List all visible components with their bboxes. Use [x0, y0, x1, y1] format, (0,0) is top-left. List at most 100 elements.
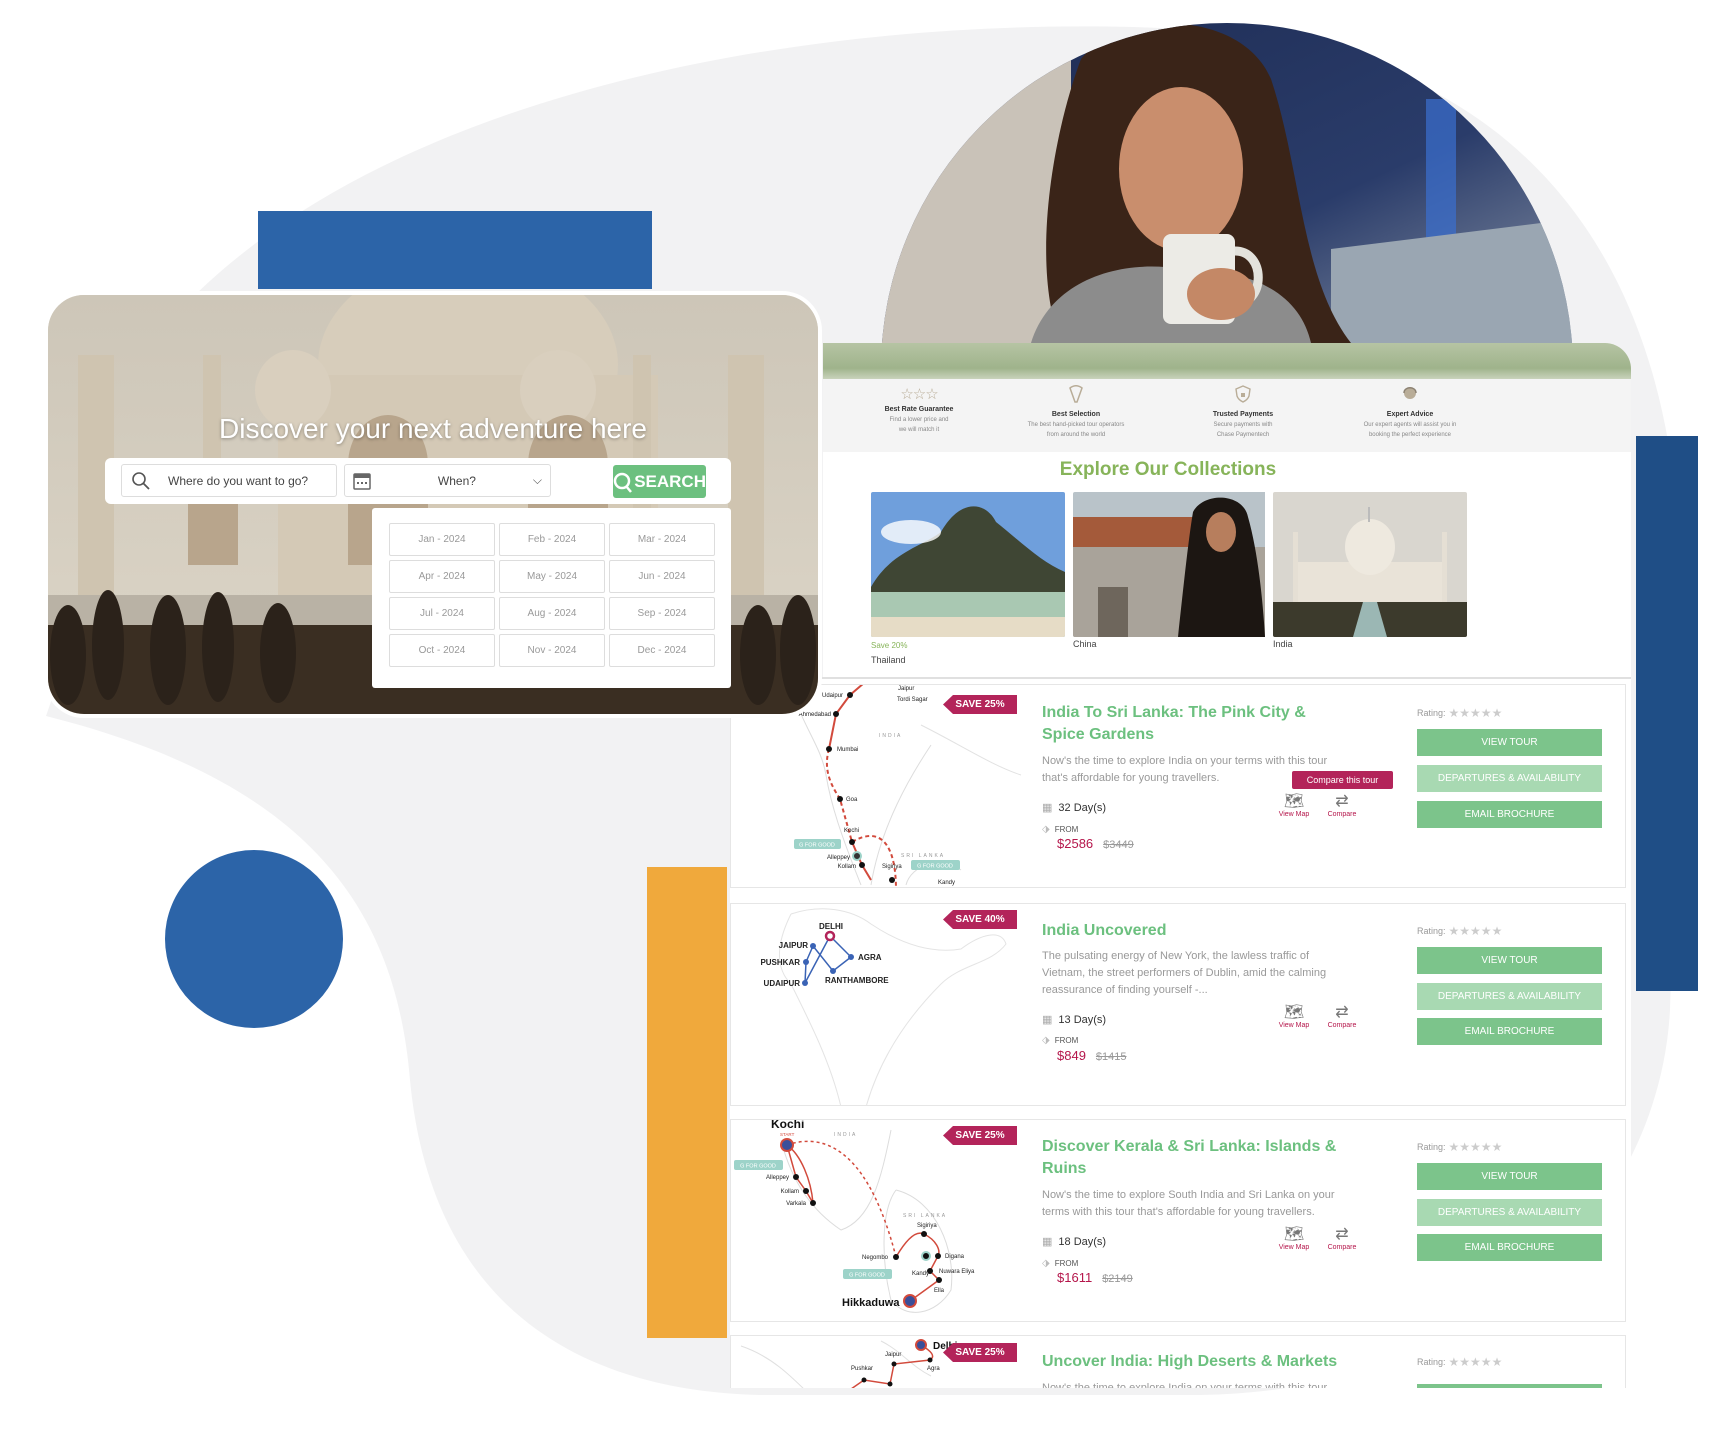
- month-option[interactable]: Dec - 2024: [609, 634, 715, 667]
- compare-button[interactable]: ⇄ Compare: [1322, 1224, 1362, 1251]
- map-label: Digana: [945, 1254, 965, 1260]
- view-tour-button[interactable]: VIEW TOUR: [1417, 729, 1602, 756]
- shield-lock-icon: [1235, 385, 1251, 403]
- tour-description: Now's the time to explore India on your …: [1042, 1382, 1328, 1388]
- departures-button[interactable]: DEPARTURES & AVAILABILITY: [1417, 983, 1602, 1010]
- compare-button[interactable]: ⇄ Compare: [1322, 1002, 1362, 1029]
- calendar-icon: ▦: [1042, 802, 1053, 814]
- collection-india-image[interactable]: [1273, 492, 1467, 637]
- search-icon: [132, 471, 150, 490]
- month-option[interactable]: Sep - 2024: [609, 597, 715, 630]
- collection-china-image[interactable]: [1073, 492, 1267, 637]
- map-label: Ella: [934, 1288, 945, 1294]
- website-preview: ☆☆☆ Best Rate Guarantee Find a lower pri…: [823, 343, 1631, 678]
- map-label: Alleppey: [766, 1175, 789, 1181]
- calendar-icon: ▦: [1042, 1014, 1053, 1026]
- collection-thailand-image[interactable]: [871, 492, 1065, 637]
- original-price: $2149: [1102, 1273, 1133, 1285]
- feature-best-selection: Best Selection The best hand-picked tour…: [1006, 385, 1146, 440]
- map-label: Hikkaduwa: [842, 1297, 900, 1309]
- view-map-button[interactable]: 🗺︎ View Map: [1274, 791, 1314, 818]
- feature-best-rate: ☆☆☆ Best Rate Guarantee Find a lower pri…: [849, 385, 989, 435]
- map-label: UDAIPUR: [764, 979, 801, 988]
- destination-input[interactable]: Where do you want to go?: [121, 464, 337, 497]
- tour-card: DELHI JAIPUR PUSHKAR UDAIPUR AGRA RANTHA…: [730, 903, 1626, 1106]
- collection-china-label[interactable]: China: [1073, 639, 1097, 649]
- view-tour-button[interactable]: VIEW TOUR: [1417, 947, 1602, 974]
- tour-title[interactable]: India To Sri Lanka: The Pink City & Spic…: [1042, 702, 1352, 746]
- tour-title[interactable]: Uncover India: High Deserts & Markets: [1042, 1351, 1382, 1373]
- original-price: $1415: [1095, 1051, 1127, 1063]
- view-map-button[interactable]: 🗺︎ View Map: [1274, 1002, 1314, 1029]
- search-hero-card: Discover your next adventure here Where …: [44, 291, 822, 718]
- map-label: Varkala: [786, 1201, 807, 1207]
- email-brochure-button[interactable]: EMAIL BROCHURE: [1417, 1234, 1602, 1261]
- map-label: DELHI: [819, 922, 843, 931]
- map-label: START: [780, 1132, 795, 1137]
- departures-button[interactable]: DEPARTURES & AVAILABILITY: [1417, 1199, 1602, 1226]
- map-label: Kochi: [771, 1120, 804, 1131]
- map-label: AGRA: [858, 953, 882, 962]
- month-option[interactable]: Nov - 2024: [499, 634, 605, 667]
- compare-icon: ⇄: [1335, 1226, 1349, 1243]
- features-band: ☆☆☆ Best Rate Guarantee Find a lower pri…: [823, 379, 1631, 452]
- view-tour-button[interactable]: VIEW TOUR: [1417, 1163, 1602, 1190]
- month-option[interactable]: Jun - 2024: [609, 560, 715, 593]
- tour-route-map[interactable]: Kochi START Hikkaduwa INDIA Alleppey Kol…: [731, 1120, 1031, 1322]
- month-option[interactable]: Aug - 2024: [499, 597, 605, 630]
- collection-india-label[interactable]: India: [1273, 639, 1293, 649]
- search-button[interactable]: SEARCH: [613, 465, 706, 498]
- tour-list: Jaipur Tordi Sagar Udaipur Ahmedabad IND…: [730, 677, 1631, 1388]
- tour-price: $2586 $3449: [1057, 836, 1134, 851]
- month-option[interactable]: Oct - 2024: [389, 634, 495, 667]
- compare-icon: ⇄: [1335, 1004, 1349, 1021]
- month-option[interactable]: Jan - 2024: [389, 523, 495, 556]
- tour-title[interactable]: Discover Kerala & Sri Lanka: Islands & R…: [1042, 1136, 1352, 1180]
- tour-price: $849 $1415: [1057, 1048, 1127, 1063]
- map-label: SRI LANKA: [903, 1213, 947, 1219]
- map-label: Sigiriya: [917, 1223, 937, 1229]
- collections-title: Explore Our Collections: [1059, 459, 1277, 480]
- map-label: Negombo: [862, 1255, 889, 1261]
- save-badge: SAVE 25%: [943, 1126, 1017, 1145]
- tour-rating: Rating: ★★★★★: [1417, 1140, 1503, 1154]
- month-option[interactable]: Jul - 2024: [389, 597, 495, 630]
- tour-title[interactable]: India Uncovered: [1042, 920, 1352, 942]
- view-map-button[interactable]: 🗺︎ View Map: [1274, 1224, 1314, 1251]
- g-for-good-tag: G FOR GOOD: [917, 864, 953, 870]
- map-label: SRI LANKA: [901, 853, 945, 859]
- feature-trusted-payments: Trusted Payments Secure payments with Ch…: [1173, 385, 1313, 440]
- g-for-good-tag: G FOR GOOD: [740, 1164, 776, 1170]
- tour-route-map[interactable]: DELHI JAIPUR PUSHKAR UDAIPUR AGRA RANTHA…: [731, 904, 1031, 1106]
- map-icon: 🗺︎: [1283, 1004, 1305, 1021]
- map-label: Sigiriya: [882, 864, 902, 870]
- calendar-icon: [353, 472, 371, 490]
- compare-button[interactable]: ⇄ Compare: [1322, 791, 1362, 818]
- month-option[interactable]: May - 2024: [499, 560, 605, 593]
- g-for-good-tag: G FOR GOOD: [799, 843, 835, 849]
- date-select[interactable]: When? ⌵: [344, 464, 551, 497]
- tour-price: $1611 $2149: [1057, 1270, 1133, 1285]
- map-label: Tordi Sagar: [897, 697, 928, 703]
- hero-title: Discover your next adventure here: [219, 413, 647, 444]
- map-label: INDIA: [834, 1132, 857, 1138]
- star-icon: ★★★★★: [1448, 706, 1503, 720]
- map-label: Goa: [846, 797, 858, 803]
- collection-thailand-label[interactable]: Thailand: [871, 655, 906, 665]
- month-option[interactable]: Apr - 2024: [389, 560, 495, 593]
- map-label: Kandy: [938, 880, 955, 886]
- view-tour-button[interactable]: VIEW TOUR: [1417, 1384, 1602, 1388]
- map-label: INDIA: [879, 733, 902, 739]
- departures-button[interactable]: DEPARTURES & AVAILABILITY: [1417, 765, 1602, 792]
- month-option[interactable]: Mar - 2024: [609, 523, 715, 556]
- tour-rating: Rating: ★★★★★: [1417, 706, 1503, 720]
- header-image-strip: [823, 343, 1631, 379]
- email-brochure-button[interactable]: EMAIL BROCHURE: [1417, 1018, 1602, 1045]
- email-brochure-button[interactable]: EMAIL BROCHURE: [1417, 801, 1602, 828]
- month-option[interactable]: Feb - 2024: [499, 523, 605, 556]
- compare-tooltip: Compare this tour: [1292, 771, 1393, 789]
- g-for-good-tag: G FOR GOOD: [849, 1273, 885, 1279]
- price-tag-icon: ⬗: [1042, 1035, 1050, 1046]
- agent-icon: [1403, 387, 1417, 399]
- map-label: Pushkar: [851, 1366, 873, 1372]
